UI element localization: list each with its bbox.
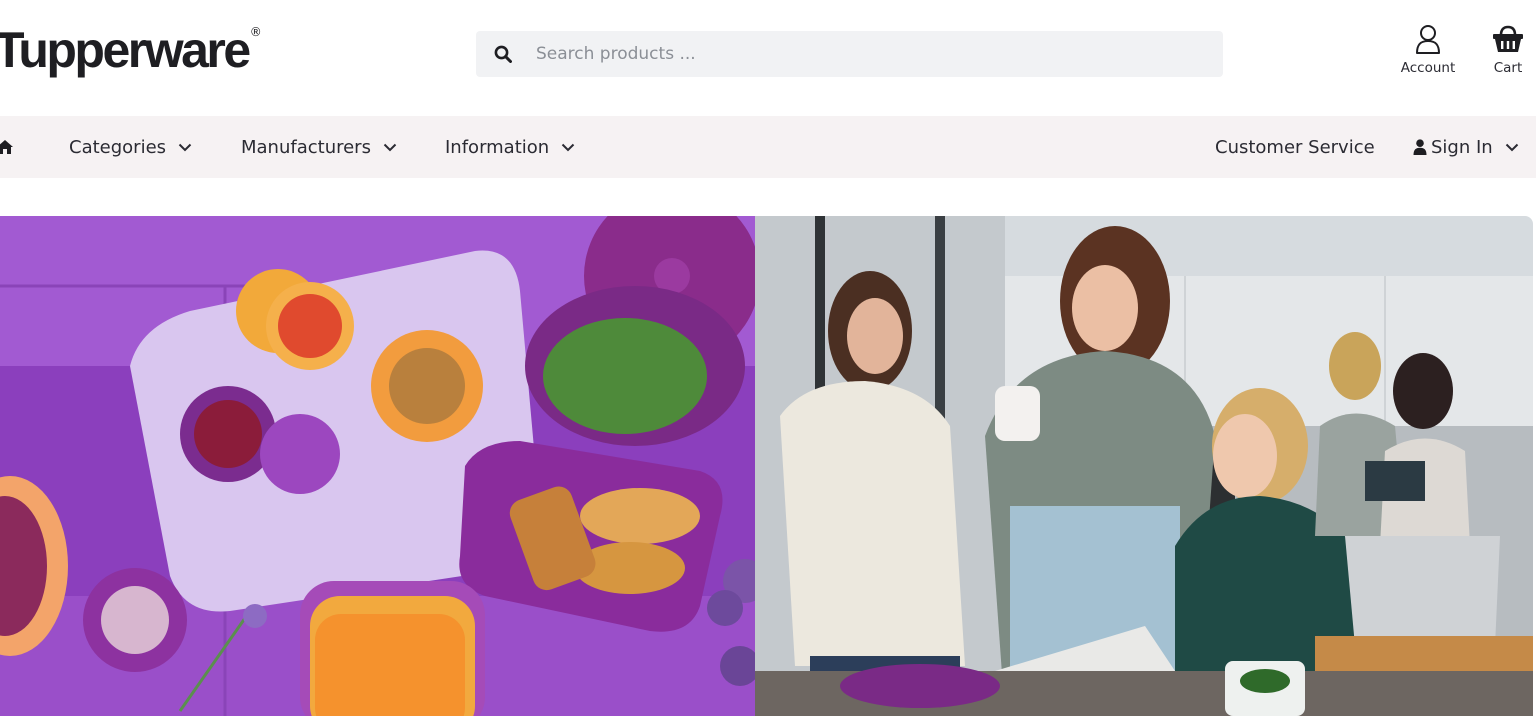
- nav-information[interactable]: Information: [445, 116, 575, 178]
- brand-logo[interactable]: Tupperware ®: [0, 22, 262, 78]
- nav-customer-service[interactable]: Customer Service: [1215, 116, 1375, 178]
- hero-image-kitchen: [755, 216, 1533, 716]
- hero-banner[interactable]: [0, 216, 1533, 716]
- chevron-down-icon: [383, 143, 397, 151]
- nav-categories-label: Categories: [69, 136, 167, 158]
- registered-mark: ®: [249, 25, 262, 39]
- chevron-down-icon: [1505, 143, 1518, 151]
- user-icon: [1413, 139, 1427, 155]
- cart-label: Cart: [1493, 60, 1523, 76]
- brand-logo-text: Tupperware: [0, 22, 251, 78]
- account-label: Account: [1400, 60, 1456, 76]
- user-outline-icon: [1416, 25, 1440, 54]
- chevron-down-icon: [178, 143, 192, 151]
- basket-icon: [1493, 25, 1523, 52]
- nav-categories[interactable]: Categories: [69, 116, 192, 178]
- site-header: Tupperware® Account Cart: [0, 0, 1536, 116]
- main-navigation: Categories Manufacturers Information Cus…: [0, 116, 1536, 178]
- search-input[interactable]: [536, 44, 1176, 64]
- chevron-down-icon: [561, 143, 575, 151]
- account-button[interactable]: Account: [1396, 24, 1460, 76]
- cart-button[interactable]: Cart: [1484, 24, 1532, 76]
- nav-manufacturers[interactable]: Manufacturers: [241, 116, 397, 178]
- home-icon: [0, 140, 13, 154]
- nav-sign-in-label: Sign In: [1431, 136, 1493, 158]
- nav-information-label: Information: [445, 136, 550, 158]
- search-icon[interactable]: [494, 45, 512, 63]
- hero-image-containers: [0, 216, 755, 716]
- nav-customer-service-label: Customer Service: [1215, 136, 1375, 158]
- search-bar: [476, 31, 1223, 77]
- home-link[interactable]: [0, 116, 16, 178]
- nav-manufacturers-label: Manufacturers: [241, 136, 371, 158]
- nav-sign-in[interactable]: Sign In: [1413, 116, 1519, 178]
